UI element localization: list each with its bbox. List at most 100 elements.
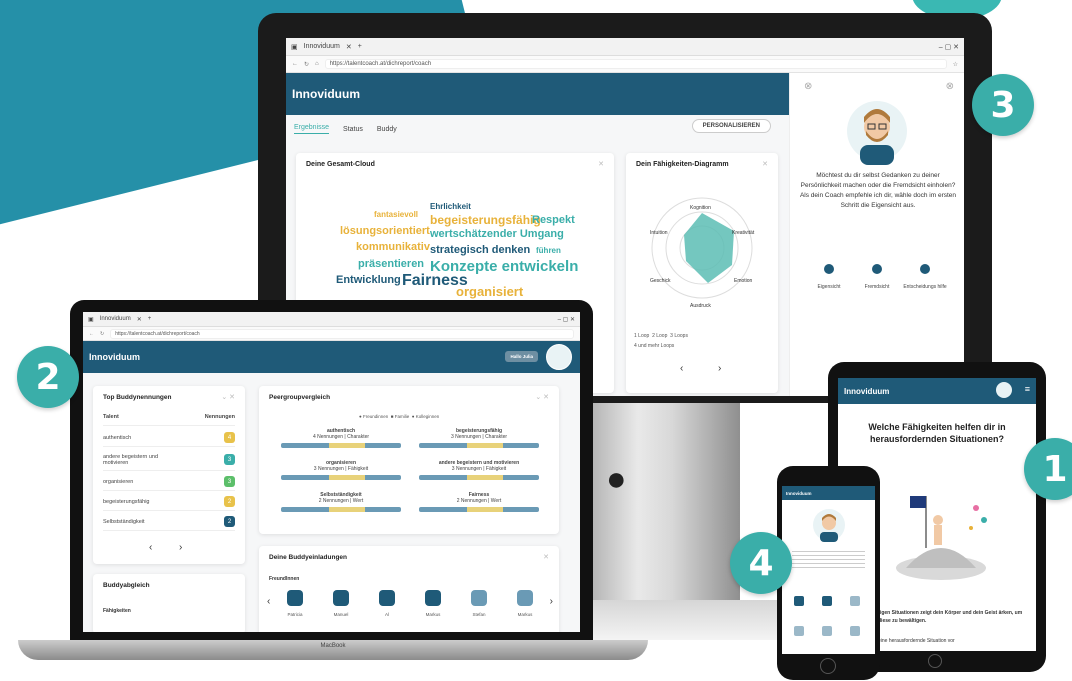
match-card: Buddyabgleich Fähigkeiten [93,574,245,632]
collapse-icon[interactable]: ⌄ ✕ [535,393,549,401]
laptop: ▣ Innoviduum ✕ + – ▢ ✕ ← ↻ https://talen… [70,300,593,648]
coach-back-icon[interactable]: ⊗ [804,81,812,92]
window-controls[interactable]: – ▢ ✕ [558,316,575,323]
table-row[interactable]: begeisterungsfähig 2 [103,493,235,511]
column-header: Nennungen [204,413,235,420]
entscheidungshilfe-button[interactable]: Entscheidungs hilfe [902,264,948,290]
coach-avatar [813,509,845,542]
app-header: Innoviduum [286,73,789,115]
url-field[interactable]: https://talentcoach.at/dichreport/coach [324,59,947,69]
browser-tab[interactable]: Innoviduum [304,43,340,50]
option-icon[interactable] [794,626,804,636]
table-row[interactable]: organisieren 3 [103,473,235,491]
peer-bar [281,507,401,512]
next-arrow-icon[interactable]: › [550,596,553,607]
tab-ergebnisse[interactable]: Ergebnisse [294,124,330,134]
reload-icon[interactable]: ↻ [100,331,104,337]
window-icon[interactable]: ▣ [291,43,298,51]
axis-label: Emotion [734,278,753,284]
star-icon[interactable]: ☆ [953,61,958,68]
chat-icon [333,590,349,606]
invite-item[interactable]: Patricia [283,590,307,617]
back-icon[interactable]: ← [89,331,94,337]
peer-bar [281,443,401,448]
peer-legend: ● Freundinnen ■ Familie ● Kolleginnen [359,414,440,419]
address-bar: ← ↻ https://talentcoach.at/dichreport/co… [83,327,580,341]
prev-arrow-icon[interactable]: ‹ [149,542,152,553]
option-icon[interactable] [850,626,860,636]
coach-close-icon[interactable]: ⊗ [946,81,954,92]
dumbbell-icon [920,264,930,274]
cloud-word: präsentieren [358,258,425,270]
cloud-word: lösungsorientiert [340,225,430,237]
option-icon[interactable] [794,596,804,606]
cloud-word: kommunikativ [356,241,430,253]
smartphone: Innoviduum [777,466,880,680]
window-controls[interactable]: – ▢ ✕ [939,43,959,51]
row-label: Selbstständigkeit [103,518,145,525]
option-icon[interactable] [822,596,832,606]
apple-logo-icon: ● [606,460,627,498]
next-arrow-icon[interactable]: › [179,542,182,553]
table-row[interactable]: andere begeistern und motivieren 3 [103,449,235,471]
prev-arrow-icon[interactable]: ‹ [267,596,270,607]
cloud-word: fantasievoll [374,210,419,219]
monitor-stand [570,403,740,618]
match-subtitle: Fähigkeiten [103,608,131,614]
next-arrow-icon[interactable]: › [718,363,721,374]
peer-item: Fairness 2 Nennungen | Wert [419,492,539,512]
person-icon [517,590,533,606]
prev-arrow-icon[interactable]: ‹ [680,363,683,374]
close-icon[interactable]: ✕ [762,160,768,168]
user-button[interactable]: Hallo Julia [505,351,538,362]
option-icon[interactable] [850,596,860,606]
fremdsicht-button[interactable]: Fremdsicht [854,264,900,290]
table-row[interactable]: authentisch 4 [103,429,235,447]
tab-status[interactable]: Status [343,126,363,133]
close-icon[interactable]: ✕ [598,160,604,168]
reload-icon[interactable]: ↻ [304,61,309,68]
browser-tabbar: ▣ Innoviduum ✕ + – ▢ ✕ [286,38,964,56]
invite-item[interactable]: Stefan [467,590,491,617]
collapse-icon[interactable]: ⌄ ✕ [221,393,235,401]
home-button[interactable] [820,658,836,674]
new-tab-icon[interactable]: + [358,43,362,50]
table-row[interactable]: Selbstständigkeit 2 [103,513,235,531]
url-field[interactable]: https://talentcoach.at/dichreport/coach [110,328,574,339]
peer-bar [419,443,539,448]
window-icon[interactable]: ▣ [88,316,94,323]
home-button[interactable] [928,654,942,668]
close-tab-icon[interactable]: ✕ [346,43,352,51]
row-label: andere begeistern und motivieren [103,453,159,466]
option-icon[interactable] [822,626,832,636]
invite-item[interactable]: Al [375,590,399,617]
close-tab-icon[interactable]: ✕ [137,316,142,323]
eigensicht-button[interactable]: Eigensicht [806,264,852,290]
megaphone-icon [872,264,882,274]
invite-name: Markus [517,612,533,617]
back-icon[interactable]: ← [292,61,298,67]
invite-item[interactable]: Markus [513,590,537,617]
invite-item[interactable]: Markus [421,590,445,617]
invite-item[interactable]: Manuel [329,590,353,617]
eye-icon [824,264,834,274]
tab-buddy[interactable]: Buddy [377,126,397,133]
laptop-brand: MacBook [320,643,346,649]
cloud-word: Ehrlichkeit [430,202,471,211]
browser-tab[interactable]: Innoviduum [100,316,131,322]
avatar[interactable] [546,344,572,370]
phone-screen: Innoviduum [782,486,875,654]
home-icon[interactable]: ⌂ [315,61,319,67]
axis-label: Ausdruck [690,303,711,309]
peer-sub: 3 Nennungen | Charakter [450,434,508,440]
axis-label: Kreativität [732,230,755,236]
menu-icon[interactable]: ≡ [1025,384,1030,394]
diagram-legend: 1 Loop 2 Loop 3 Loops 4 und mehr Loops [634,331,688,351]
personalize-button[interactable]: PERSONALISIEREN [691,119,771,133]
cloud-word: Respekt [532,214,575,226]
invite-card: Deine Buddyeinladungen ✕ FreundInnen ‹ P… [259,546,559,632]
diagram-title: Dein Fähigkeiten-Diagramm [636,161,729,168]
new-tab-icon[interactable]: + [148,316,152,322]
avatar[interactable] [996,382,1012,398]
close-icon[interactable]: ✕ [543,553,549,561]
